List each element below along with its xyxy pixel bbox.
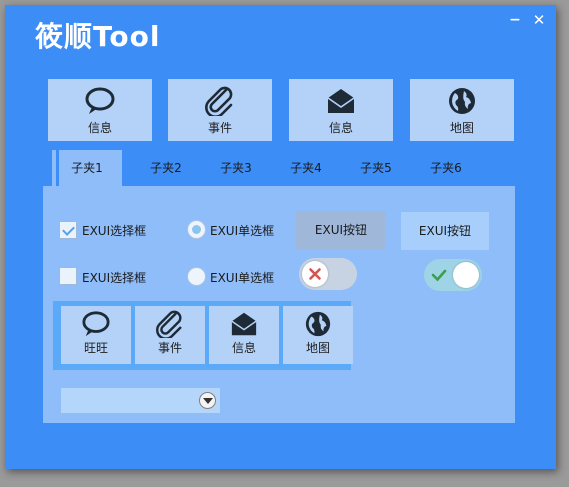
globe-icon xyxy=(449,88,475,114)
paperclip-icon xyxy=(205,86,233,116)
radio-1-label: EXUI单选框 xyxy=(210,224,275,238)
tab-3[interactable]: 子夹3 xyxy=(201,150,271,187)
group-button-label: 事件 xyxy=(157,341,182,355)
toggle-knob xyxy=(453,262,479,288)
top-button-message[interactable]: 信息 xyxy=(289,79,393,141)
toggle-switch-off[interactable] xyxy=(299,258,357,290)
globe-icon xyxy=(305,311,331,337)
icon-button-group: 旺旺 事件 信息 地图 xyxy=(53,301,353,370)
dropdown-arrow-icon[interactable] xyxy=(199,392,216,409)
top-button-event[interactable]: 事件 xyxy=(168,79,272,141)
speech-bubble-icon xyxy=(82,311,110,337)
minimize-button[interactable]: − xyxy=(505,11,525,29)
toggle-knob xyxy=(302,261,328,287)
top-button-label: 事件 xyxy=(207,121,232,135)
group-button-label: 旺旺 xyxy=(83,341,108,355)
checkbox-1-label: EXUI选择框 xyxy=(82,224,147,238)
tab-6[interactable]: 子夹6 xyxy=(411,150,481,187)
toggle-switch-on[interactable] xyxy=(424,259,482,291)
checkbox-2[interactable] xyxy=(59,267,77,285)
group-button-event[interactable]: 事件 xyxy=(135,306,205,364)
speech-bubble-icon xyxy=(85,87,115,114)
top-button-info[interactable]: 信息 xyxy=(48,79,152,141)
envelope-icon xyxy=(231,312,257,336)
top-button-label: 信息 xyxy=(328,121,353,135)
tab-1[interactable]: 子夹1 xyxy=(52,150,122,187)
envelope-icon xyxy=(327,89,355,113)
top-button-label: 信息 xyxy=(87,121,112,135)
tab-2[interactable]: 子夹2 xyxy=(131,150,201,187)
exui-button-1[interactable]: EXUI按钮 xyxy=(296,211,386,249)
top-button-label: 地图 xyxy=(449,121,474,135)
radio-2[interactable] xyxy=(187,267,206,286)
app-title: 筱顺Tool xyxy=(35,20,161,53)
exui-button-2[interactable]: EXUI按钮 xyxy=(401,212,489,250)
radio-2-label: EXUI单选框 xyxy=(210,271,275,285)
top-button-map[interactable]: 地图 xyxy=(410,79,514,141)
combo-box[interactable] xyxy=(61,388,220,413)
paperclip-icon xyxy=(156,310,182,338)
tab-4[interactable]: 子夹4 xyxy=(271,150,341,187)
group-button-label: 信息 xyxy=(231,341,256,355)
tab-bar: 子夹1 子夹2 子夹3 子夹4 子夹5 子夹6 xyxy=(42,150,522,187)
group-button-wangwang[interactable]: 旺旺 xyxy=(61,306,131,364)
group-button-message[interactable]: 信息 xyxy=(209,306,279,364)
close-button[interactable]: ✕ xyxy=(529,11,549,29)
radio-1[interactable] xyxy=(187,220,206,239)
check-mark-icon xyxy=(431,269,447,282)
group-button-label: 地图 xyxy=(305,341,330,355)
checkbox-1[interactable] xyxy=(59,221,77,239)
tab-5[interactable]: 子夹5 xyxy=(341,150,411,187)
x-mark-icon xyxy=(309,268,321,280)
checkbox-2-label: EXUI选择框 xyxy=(82,271,147,285)
group-button-map[interactable]: 地图 xyxy=(283,306,353,364)
